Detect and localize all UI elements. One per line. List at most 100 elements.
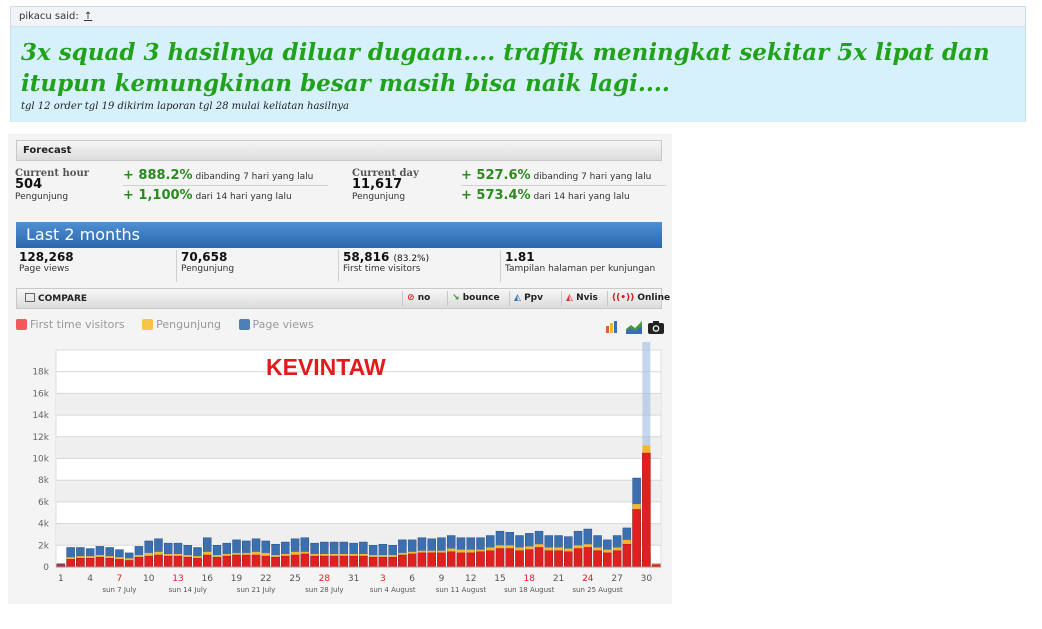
bar-first-time [154,554,163,568]
day-compare-14-text: dari 14 hari yang lalu [533,192,630,202]
legend-visitors[interactable]: Pengunjung [142,318,221,331]
x-tick-label: 22 [260,574,271,584]
bar-first-time [193,558,202,568]
bar-first-time [66,559,75,568]
bar-first-time [339,555,349,568]
bar-first-time [95,556,105,568]
grid-band [56,436,661,459]
x-tick-label: 24 [582,574,594,584]
stat-label: Tampilan halaman per kunjungan [505,264,656,274]
post-body: 3x squad 3 hasilnya diluar dugaan.... tr… [11,27,1025,122]
bar-first-time [144,555,153,568]
bar-first-time [222,555,232,568]
x-tick-label: 27 [611,574,622,584]
bar-first-time [593,550,602,568]
stat-value: 70,658 [181,250,228,264]
week-label: sun 18 August [504,586,555,594]
x-tick-label: 25 [289,574,300,584]
area-chart-icon[interactable] [626,320,642,338]
stats-widget: Forecast Current hour 504 Pengunjung + 8… [8,134,672,604]
day-compare-7-text: dibanding 7 hari yang lalu [533,172,652,182]
bar-first-time [554,550,563,568]
chart-legend: First time visitors Pengunjung Page view… [16,318,328,333]
bar-first-time [300,553,310,568]
y-tick-label: 4k [38,520,50,530]
week-label: sun 11 August [436,586,487,594]
compare-nvis-button[interactable]: ◭ Nvis [561,291,602,306]
week-label: sun 4 August [370,586,416,594]
button-label: bounce [462,293,500,303]
compare-no-button[interactable]: ⊘ no [402,291,434,306]
divider [176,250,177,282]
button-label: Online [637,293,671,303]
y-tick-label: 8k [38,476,50,486]
bar-first-time [573,548,583,568]
y-tick-label: 0 [43,563,49,573]
hour-compare-14: + 1,100% dari 14 hari yang lalu [123,188,292,203]
x-tick-label: 28 [319,574,331,584]
bar-first-time [466,552,475,568]
legend-page-views[interactable]: Page views [238,318,314,331]
bar-first-time [134,556,144,568]
x-tick-label: 12 [465,574,476,584]
bar-first-time [622,543,632,568]
x-tick-label: 1 [58,574,64,584]
y-tick-label: 14k [32,411,49,421]
y-tick-label: 6k [38,498,50,508]
no-icon: ⊘ [407,293,415,303]
period-header[interactable]: Last 2 months [16,222,662,248]
compare-ppv-button[interactable]: ◭ Ppv [509,291,547,306]
x-tick-label: 10 [143,574,155,584]
post-note: tgl 12 order tgl 19 dikirim laporan tgl … [21,101,349,112]
x-tick-label: 15 [494,574,505,584]
bar-first-time [544,550,554,568]
bar-first-time [242,554,251,568]
bar-first-time [105,558,114,568]
hour-compare-7-text: dibanding 7 hari yang lalu [195,172,314,182]
divider [500,250,501,282]
bar-first-time [525,549,534,568]
x-tick-label: 4 [87,574,93,584]
bar-first-time [515,550,524,568]
compare-toggle[interactable]: COMPARE [25,293,87,304]
bar-chart-icon[interactable] [605,320,619,338]
jump-to-post-link[interactable]: ↑ [84,11,92,22]
bar-first-time [183,556,192,568]
bar-first-time [320,555,329,568]
y-tick-label: 2k [38,541,50,551]
stat-value: 1.81 [505,250,535,264]
bar-first-time [212,556,222,568]
legend-first-time[interactable]: First time visitors [16,318,125,331]
nvis-icon: ◭ [566,293,573,303]
y-tick-label: 10k [32,455,49,465]
legend-label: First time visitors [30,318,125,331]
stat-value: 128,268 [19,250,74,264]
compare-online-button[interactable]: ((•)) Online [607,291,674,306]
bar-first-time [534,547,544,568]
bar-first-time [76,558,85,568]
post-headline: 3x squad 3 hasilnya diluar dugaan.... tr… [21,39,990,97]
bar-first-time [632,509,641,568]
divider [338,250,339,282]
week-label: sun 21 July [237,586,275,594]
stat-visitors: 70,658 Pengunjung [181,250,234,282]
bar-first-time [603,552,612,568]
bar-first-time [368,556,378,568]
current-day-block: Current day 11,617 Pengunjung [352,168,419,202]
hour-compare-7-pct: + 888.2% [123,168,193,183]
compare-bounce-button[interactable]: ↘ bounce [447,291,504,306]
bar-first-time [359,555,368,568]
current-day-unit: Pengunjung [352,192,406,202]
bar-first-time [281,555,290,568]
post-quote: pikacu said: ↑ 3x squad 3 hasilnya dilua… [10,6,1026,122]
bar-first-time [85,558,95,568]
bar-first-time [612,550,622,568]
day-compare-14-pct: + 573.4% [461,188,531,203]
bar-first-time [564,551,573,568]
bar-first-time [271,556,280,568]
x-tick-label: 30 [641,574,653,584]
bar-first-time [485,550,495,568]
camera-icon[interactable] [648,320,664,338]
bar-first-time [437,552,446,568]
bar-first-time [251,554,261,568]
